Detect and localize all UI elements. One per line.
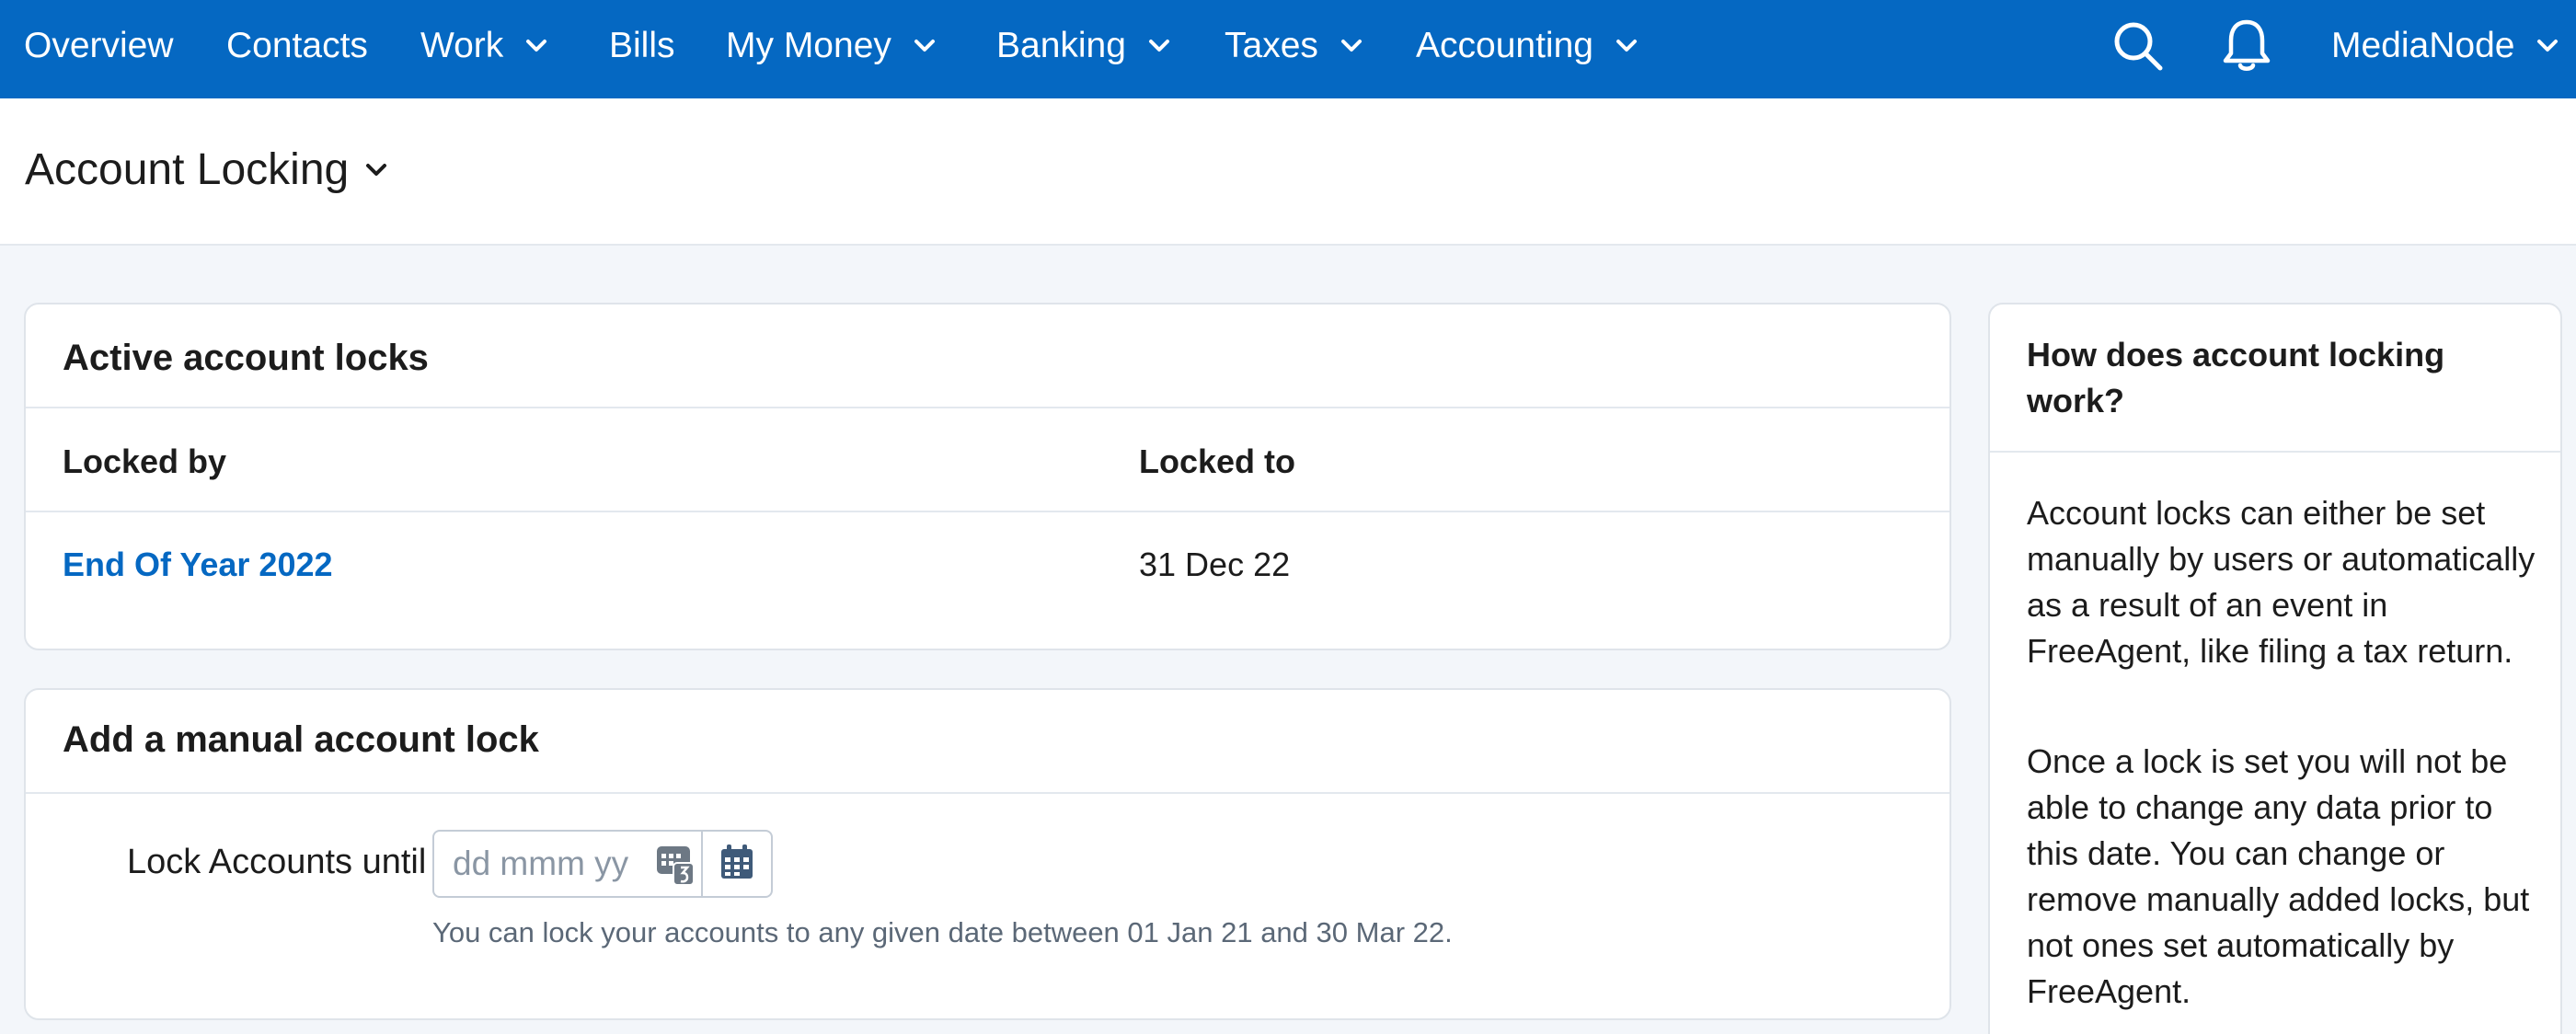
- nav-item-overview[interactable]: Overview: [24, 0, 174, 92]
- nav-item-my-money[interactable]: My Money: [726, 0, 936, 92]
- nav-item-label: Contacts: [226, 26, 368, 65]
- chevron-down-icon: [2536, 39, 2559, 53]
- chevron-down-icon: [1616, 39, 1638, 53]
- page-title-menu[interactable]: Account Locking: [25, 144, 387, 195]
- nav-item-bills[interactable]: Bills: [609, 0, 675, 92]
- bell-icon[interactable]: [2217, 17, 2276, 75]
- nav-item-contacts[interactable]: Contacts: [226, 0, 368, 92]
- help-title: How does account locking work?: [2027, 336, 2445, 419]
- divider: [26, 511, 1949, 512]
- column-header-locked-to: Locked to: [1139, 442, 1296, 480]
- page-title: Account Locking: [25, 145, 350, 194]
- chevron-down-icon: [525, 39, 547, 53]
- nav-item-label: Overview: [24, 26, 174, 65]
- nav-item-taxes[interactable]: Taxes: [1225, 0, 1363, 92]
- lock-date: 31 Dec 22: [1139, 546, 1291, 583]
- nav-item-banking[interactable]: Banking: [996, 0, 1170, 92]
- lock-name-link[interactable]: End Of Year 2022: [63, 546, 333, 584]
- chevron-down-icon: [1340, 39, 1363, 53]
- nav-item-label: Work: [420, 26, 504, 65]
- help-paragraph: Account locks can either be set manually…: [2027, 494, 2536, 670]
- active-locks-card: Active account locks Locked by Locked to…: [24, 303, 1951, 650]
- calendar-icon: [719, 844, 754, 885]
- divider: [26, 407, 1949, 408]
- manual-lock-card: Add a manual account lock Lock Accounts …: [24, 688, 1951, 1020]
- card-title: Active account locks: [63, 338, 429, 378]
- account-name: MediaNode: [2331, 26, 2515, 65]
- page-header: Account Locking: [0, 98, 2576, 246]
- nav-item-label: My Money: [726, 26, 891, 65]
- nav-item-accounting[interactable]: Accounting: [1416, 0, 1638, 92]
- date-range-hint: You can lock your accounts to any given …: [432, 916, 1453, 948]
- search-icon[interactable]: [2109, 17, 2168, 75]
- nav-item-label: Bills: [609, 26, 675, 65]
- nav-item-work[interactable]: Work: [420, 0, 547, 92]
- nav-item-label: Banking: [996, 26, 1126, 65]
- date-picker-overlay-icon: [655, 843, 696, 887]
- divider: [26, 792, 1949, 794]
- help-paragraph: Once a lock is set you will not be able …: [2027, 742, 2530, 1010]
- lock-until-label: Lock Accounts until: [127, 843, 427, 881]
- column-header-locked-by: Locked by: [63, 442, 227, 480]
- calendar-button[interactable]: [701, 832, 771, 896]
- chevron-down-icon: [914, 39, 936, 53]
- divider: [1990, 451, 2560, 453]
- card-title: Add a manual account lock: [63, 719, 539, 760]
- lock-until-date-field: [432, 830, 773, 898]
- chevron-down-icon: [1148, 39, 1170, 53]
- help-card: How does account locking work? Account l…: [1988, 303, 2562, 1034]
- top-navigation-bar: Overview Contacts Work Bills My Money Ba…: [0, 0, 2576, 98]
- account-menu[interactable]: MediaNode: [2331, 0, 2559, 92]
- nav-item-label: Taxes: [1225, 26, 1318, 65]
- chevron-down-icon: [365, 163, 387, 178]
- nav-item-label: Accounting: [1416, 26, 1593, 65]
